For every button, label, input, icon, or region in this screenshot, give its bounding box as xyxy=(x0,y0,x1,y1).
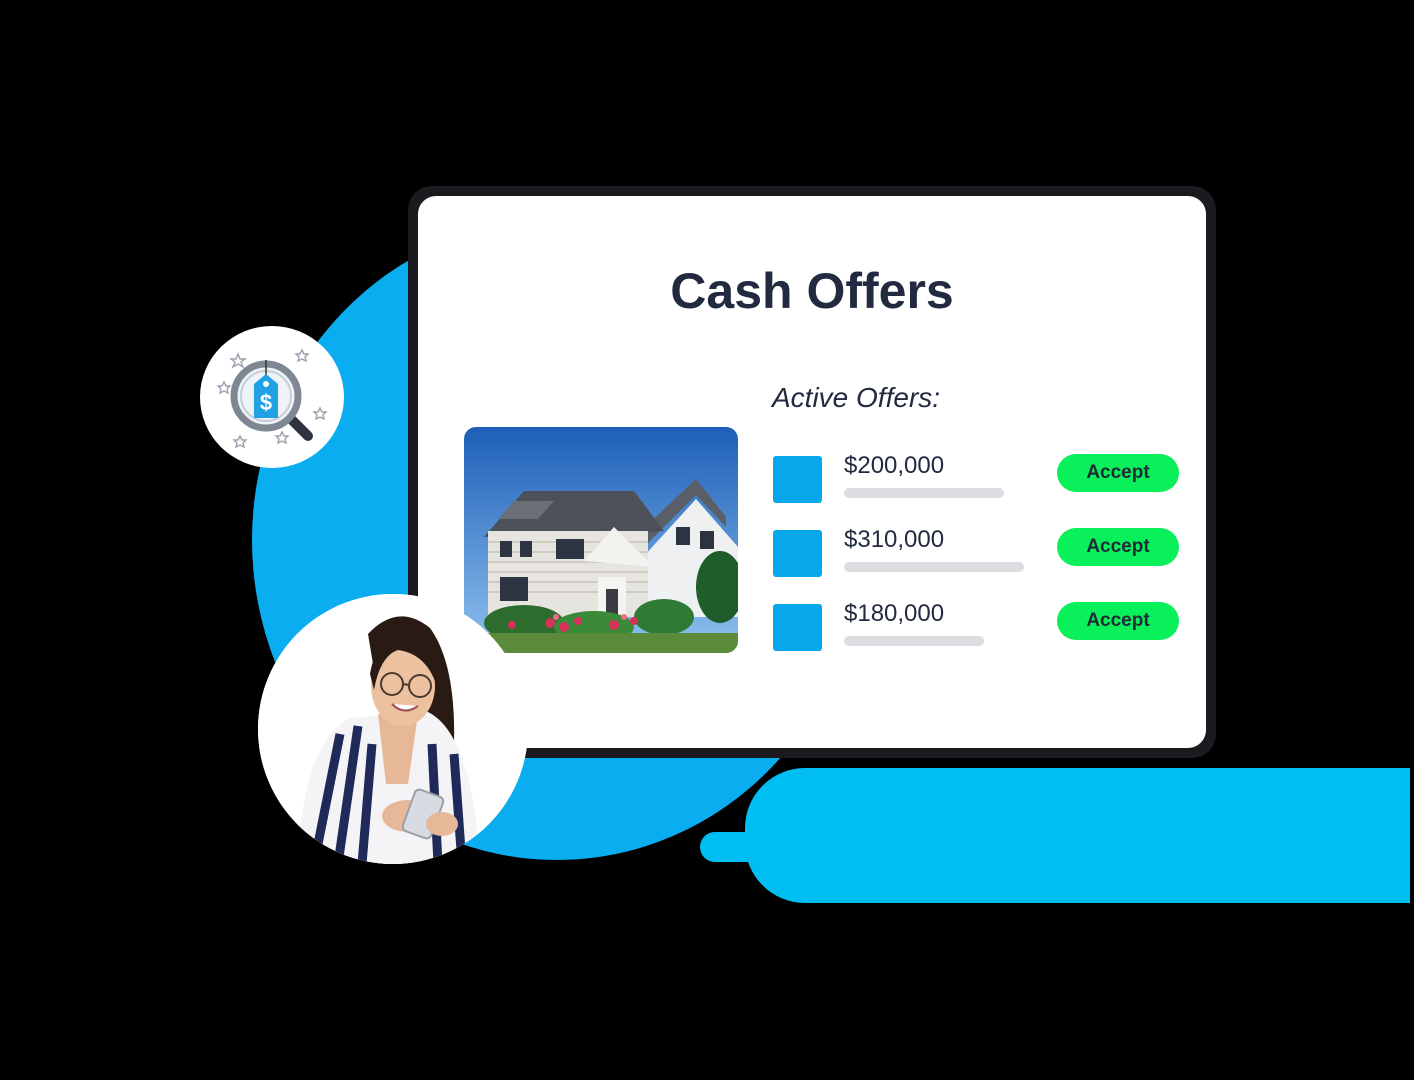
background-band-accent xyxy=(700,832,820,862)
cash-offers-card: Cash Offers Active Offers: $200,000 Acce… xyxy=(418,196,1206,748)
offer-row: $310,000 Accept xyxy=(773,526,1183,578)
offer-thumbnail xyxy=(773,604,822,651)
offer-detail-bar xyxy=(844,636,984,646)
dollar-symbol: $ xyxy=(260,390,272,415)
accept-button[interactable]: Accept xyxy=(1057,528,1179,566)
house-photo xyxy=(464,427,738,653)
woman-with-phone-avatar xyxy=(258,594,528,864)
active-offers-label: Active Offers: xyxy=(772,382,941,413)
magnifier-price-tag-icon: $ xyxy=(200,326,344,468)
offer-detail-bar xyxy=(844,488,1004,498)
offer-amount: $310,000 xyxy=(844,526,945,553)
accept-button[interactable]: Accept xyxy=(1057,454,1179,492)
accept-button[interactable]: Accept xyxy=(1057,602,1179,640)
offer-row: $180,000 Accept xyxy=(773,600,1183,652)
offer-amount: $180,000 xyxy=(844,600,945,627)
offer-row: $200,000 Accept xyxy=(773,452,1183,504)
offer-thumbnail xyxy=(773,530,822,577)
page-title: Cash Offers xyxy=(670,263,954,319)
background-band xyxy=(745,768,1410,903)
offer-amount: $200,000 xyxy=(844,452,945,479)
offer-thumbnail xyxy=(773,456,822,503)
offer-detail-bar xyxy=(844,562,1024,572)
